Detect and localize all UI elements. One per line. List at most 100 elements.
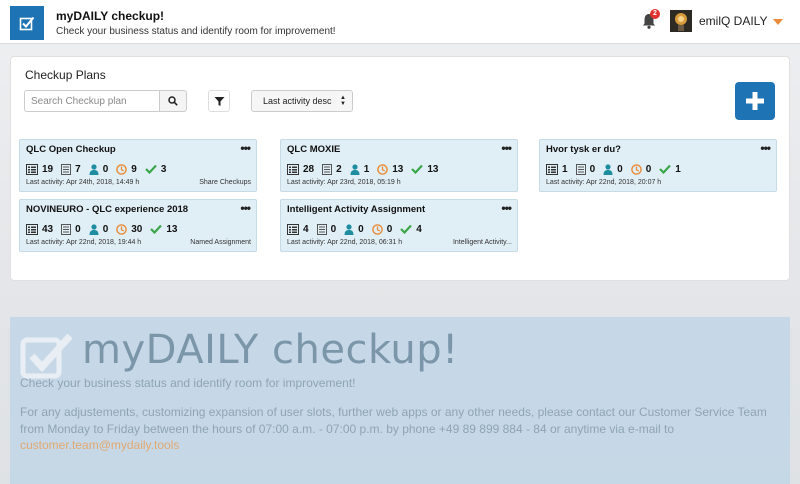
sort-select-value: Last activity desc	[263, 96, 332, 106]
avatar[interactable]	[670, 10, 692, 32]
stat-checklist: 4	[287, 223, 309, 235]
panel-title: Checkup Plans	[25, 68, 106, 82]
promo-email-link[interactable]: customer.team@mydaily.tools	[20, 438, 179, 452]
checkbox-logo-icon	[19, 16, 35, 31]
user-menu-caret-icon[interactable]	[773, 19, 783, 25]
checkup-plan-card[interactable]: QLC MOXIE ••• 28 2 1 13 13 Last activity: Apr 2…	[280, 139, 518, 192]
app-logo[interactable]	[10, 6, 44, 40]
stat-value: 0	[330, 223, 337, 235]
card-more-menu-icon[interactable]: •••	[501, 141, 512, 155]
stat-value: 0	[645, 163, 652, 175]
checkmark-icon	[150, 224, 166, 234]
stat-value: 0	[617, 163, 623, 175]
person-icon	[350, 163, 364, 175]
card-stats: 4 0 0 0 4	[287, 222, 430, 236]
stat-value: 0	[386, 223, 393, 235]
card-last-activity: Last activity: Apr 24th, 2018, 14:49 h	[26, 179, 140, 186]
stat-checklist: 43	[26, 223, 54, 235]
card-more-menu-icon[interactable]: •••	[501, 201, 512, 215]
stat-value: 30	[131, 223, 143, 235]
stat-clock: 0	[630, 163, 652, 175]
search-input[interactable]	[24, 90, 160, 112]
card-more-menu-icon[interactable]: •••	[760, 141, 771, 155]
stat-document: 0	[61, 223, 81, 235]
card-stats: 19 7 0 9 3	[26, 162, 174, 176]
card-title[interactable]: NOVINEURO - QLC experience 2018	[26, 204, 188, 215]
checklist-icon	[287, 223, 303, 235]
stat-document: 2	[322, 163, 342, 175]
card-title[interactable]: QLC MOXIE	[287, 144, 340, 155]
stat-checkmark: 13	[411, 163, 439, 175]
stat-checkmark: 13	[150, 224, 178, 235]
plus-icon	[746, 92, 764, 110]
card-title[interactable]: Intelligent Activity Assignment	[287, 204, 425, 215]
card-more-menu-icon[interactable]: •••	[240, 141, 251, 155]
card-last-activity: Last activity: Apr 22nd, 2018, 06:31 h	[287, 239, 403, 246]
checkup-plan-card[interactable]: QLC Open Checkup ••• 19 7 0 9 3 Last activity: …	[19, 139, 257, 192]
promo-title: myDAILY checkup!	[82, 327, 459, 373]
card-tag: Named Assignment	[190, 239, 251, 246]
checkup-plan-card[interactable]: Intelligent Activity Assignment ••• 4 0 0 0 4 L…	[280, 199, 518, 252]
document-icon	[316, 223, 331, 235]
search-button[interactable]	[159, 90, 187, 112]
clock-icon	[371, 223, 387, 235]
promo-contact-text: For any adjustements, customizing expans…	[20, 405, 767, 436]
stat-value: 1	[363, 163, 370, 175]
select-arrows-icon: ▲ ▼	[340, 95, 346, 107]
checkup-plan-card[interactable]: Hvor tysk er du? ••• 1 0 0 0 1 Last activity: A…	[539, 139, 777, 192]
stat-checkmark: 4	[400, 224, 422, 235]
card-title[interactable]: Hvor tysk er du?	[546, 144, 621, 155]
stat-value: 7	[75, 163, 81, 175]
stat-person: 0	[89, 163, 109, 175]
checklist-icon	[26, 163, 42, 175]
stat-clock: 9	[116, 164, 137, 175]
stat-person: 1	[350, 163, 370, 175]
stat-value: 19	[42, 163, 54, 175]
stat-clock: 0	[371, 223, 393, 235]
document-icon	[322, 163, 336, 175]
stat-value: 0	[102, 163, 109, 175]
checkup-plan-card[interactable]: NOVINEURO - QLC experience 2018 ••• 43 0 0 30…	[19, 199, 257, 252]
card-last-activity: Last activity: Apr 22nd, 2018, 19:44 h	[26, 239, 142, 246]
filter-button[interactable]	[208, 90, 230, 112]
clock-icon	[116, 223, 131, 235]
user-name[interactable]: emilQ DAILY	[699, 14, 767, 28]
document-icon	[61, 223, 75, 235]
stat-value: 1	[562, 163, 568, 175]
stat-value: 4	[303, 223, 309, 235]
card-more-menu-icon[interactable]: •••	[240, 201, 251, 215]
checkmark-icon	[145, 164, 161, 174]
stat-clock: 13	[377, 164, 403, 175]
card-stats: 1 0 0 0 1	[546, 162, 689, 176]
checklist-icon	[546, 163, 562, 175]
card-title[interactable]: QLC Open Checkup	[26, 144, 116, 155]
stat-value: 43	[42, 223, 54, 235]
stat-value: 13	[392, 163, 404, 175]
stat-checkmark: 1	[659, 164, 681, 175]
stat-value: 1	[675, 163, 681, 175]
card-last-activity: Last activity: Apr 22nd, 2018, 20:07 h	[546, 179, 662, 186]
filter-icon	[214, 96, 224, 106]
stat-value: 0	[102, 223, 109, 235]
stat-value: 0	[358, 223, 364, 235]
promo-banner: myDAILY checkup! Check your business sta…	[10, 317, 790, 484]
stat-document: 0	[316, 223, 337, 235]
checkmark-icon	[411, 164, 427, 174]
stat-person: 0	[89, 223, 109, 235]
card-stats: 28 2 1 13 13	[287, 162, 447, 176]
card-tag: Intelligent Activity...	[452, 239, 512, 246]
clock-icon	[377, 163, 392, 175]
checkmark-icon	[400, 224, 416, 234]
stat-value: 9	[131, 163, 137, 175]
stat-person: 0	[344, 224, 364, 235]
sort-select[interactable]: Last activity desc ▲ ▼	[251, 90, 353, 112]
checkbox-logo-icon	[20, 333, 73, 379]
stat-checkmark: 3	[145, 163, 167, 175]
stat-value: 3	[160, 163, 167, 175]
clock-icon	[630, 163, 646, 175]
person-icon	[89, 163, 103, 175]
stat-person: 0	[603, 164, 623, 175]
add-checkup-plan-button[interactable]	[735, 82, 775, 120]
card-last-activity: Last activity: Apr 23rd, 2018, 05:19 h	[287, 179, 401, 186]
stat-value: 13	[427, 163, 439, 175]
